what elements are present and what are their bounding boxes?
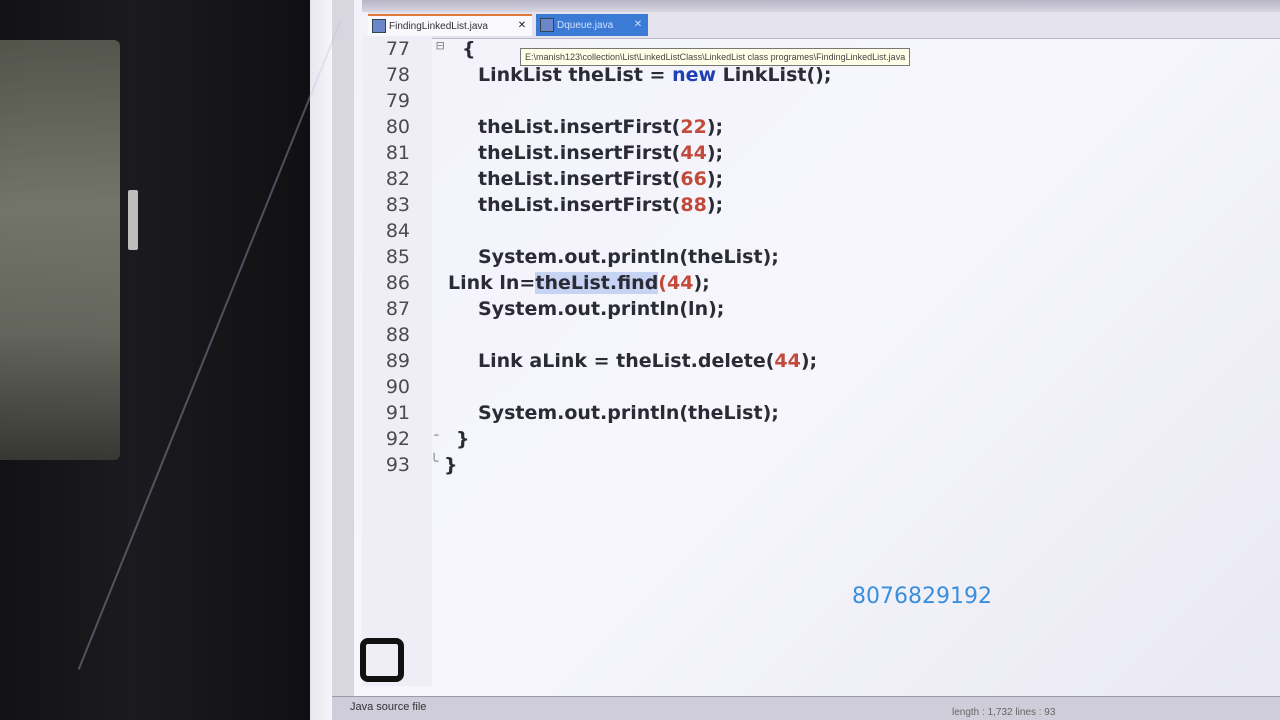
tab-bar: FindingLinkedList.java ✕ Dqueue.java ✕ (368, 12, 1280, 39)
line-number: 85 (385, 246, 410, 268)
number-literal: 22 (680, 116, 707, 138)
line-number: 77 (385, 38, 410, 60)
line-number: 82 (385, 168, 410, 190)
code-text: System.out.println(ln); (478, 298, 725, 320)
tab-label: Dqueue.java (557, 19, 614, 31)
tab-dqueue[interactable]: Dqueue.java ✕ (536, 14, 648, 36)
bezel-clip (128, 190, 138, 250)
number-literal: 66 (680, 168, 707, 190)
java-file-icon (372, 19, 386, 33)
overlay-number: 8076829192 (852, 584, 992, 609)
code-text: theList.insertFirst(22); (478, 116, 724, 138)
editor-window: FindingLinkedList.java ✕ Dqueue.java ✕ 7… (332, 0, 1280, 720)
code-text: Link ln=theList.find(44); (448, 272, 710, 294)
code-text: theList.insertFirst(44); (478, 142, 724, 164)
line-number: 90 (385, 376, 410, 398)
code-line: 90 (362, 376, 1262, 402)
number-literal: 44 (666, 272, 694, 294)
editor-left-strip (332, 0, 354, 700)
close-icon[interactable]: ✕ (632, 19, 644, 31)
number-literal: 88 (680, 194, 707, 216)
status-file-type: Java source file (350, 701, 427, 713)
selected-text: theList.find (535, 272, 659, 294)
code-line: 81 theList.insertFirst(44); (362, 142, 1262, 168)
code-line: 79 (362, 90, 1262, 116)
code-text: } (456, 428, 470, 450)
fold-icon[interactable]: ⊟ (436, 38, 444, 54)
code-line: 86 Link ln=theList.find(44); (362, 272, 1262, 298)
code-line: 82 theList.insertFirst(66); (362, 168, 1262, 194)
line-number: 89 (385, 350, 410, 372)
line-number: 92 (385, 428, 410, 450)
code-text: LinkList theList = new LinkList(); (478, 64, 832, 86)
code-text: Link aLink = theList.delete(44); (478, 350, 818, 372)
code-line: 78 LinkList theList = new LinkList(); (362, 64, 1262, 90)
code-line: 88 (362, 324, 1262, 350)
fold-end-icon: ╰ (430, 454, 439, 470)
line-number: 79 (385, 90, 410, 112)
fold-end-icon: ╶ (430, 428, 439, 444)
line-number: 84 (385, 220, 410, 242)
line-number: 81 (385, 142, 410, 164)
code-text: System.out.println(theList); (478, 246, 779, 268)
status-bar: Java source file length : 1,732 lines : … (332, 696, 1280, 720)
code-text: { (462, 38, 476, 60)
line-number: 80 (385, 116, 410, 138)
code-line: 80 theList.insertFirst(22); (362, 116, 1262, 142)
code-line: 93 ╰ } (362, 454, 1262, 480)
line-number: 93 (385, 454, 410, 476)
background-glare (0, 40, 120, 460)
code-line: 85 System.out.println(theList); (362, 246, 1262, 272)
code-line: 92 ╶ } (362, 428, 1262, 454)
keyword: new (672, 64, 717, 86)
code-line: 87 System.out.println(ln); (362, 298, 1262, 324)
number-literal: 44 (774, 350, 801, 372)
line-number: 91 (385, 402, 410, 424)
code-text: theList.insertFirst(88); (478, 194, 724, 216)
java-file-icon (540, 18, 554, 32)
code-line: 91 System.out.println(theList); (362, 402, 1262, 428)
line-number: 87 (385, 298, 410, 320)
line-number: 78 (385, 64, 410, 86)
code-editor[interactable]: 77 ⊟ { 78 LinkList theList = new LinkLis… (362, 36, 1280, 686)
code-line: 89 Link aLink = theList.delete(44); (362, 350, 1262, 376)
line-number: 88 (385, 324, 410, 346)
square-icon[interactable] (360, 638, 404, 682)
number-literal: 44 (680, 142, 707, 164)
tab-label: FindingLinkedList.java (389, 20, 488, 32)
line-number: 83 (385, 194, 410, 216)
monitor-bezel (0, 0, 332, 720)
close-icon[interactable]: ✕ (516, 20, 528, 32)
code-line: 83 theList.insertFirst(88); (362, 194, 1262, 220)
tab-findinglinkedlist[interactable]: FindingLinkedList.java ✕ (368, 14, 532, 36)
code-line: 84 (362, 220, 1262, 246)
code-text: } (444, 454, 458, 476)
code-text: theList.insertFirst(66); (478, 168, 724, 190)
bezel-edge (310, 0, 332, 720)
status-file-info: length : 1,732 lines : 93 (952, 707, 1056, 718)
file-path-tooltip: E:\manish123\collection\List\LinkedListC… (520, 48, 911, 66)
line-number: 86 (385, 272, 410, 294)
code-text: System.out.println(theList); (478, 402, 779, 424)
toolbar (362, 0, 1280, 12)
